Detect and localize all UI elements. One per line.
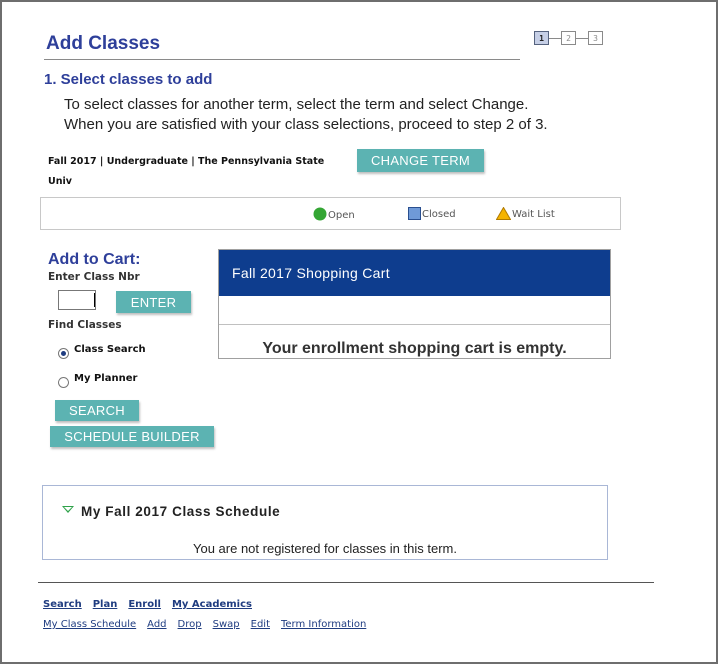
shopping-cart-title: Fall 2017 Shopping Cart: [219, 250, 610, 296]
title-divider: [44, 59, 520, 60]
step-connector: [576, 37, 588, 39]
legend-wait-list: Wait List: [496, 207, 555, 220]
instruction-line-2: When you are satisfied with your class s…: [64, 116, 548, 133]
instruction-line-1: To select classes for another term, sele…: [64, 96, 529, 113]
page-title: Add Classes: [46, 33, 161, 54]
term-info: Fall 2017 | Undergraduate | The Pennsylv…: [48, 152, 348, 192]
class-schedule-panel: My Fall 2017 Class Schedule You are not …: [42, 485, 608, 560]
class-search-radio[interactable]: [58, 348, 69, 359]
shopping-cart-panel: Fall 2017 Shopping Cart Your enrollment …: [218, 249, 611, 359]
footer-link-my-class-schedule[interactable]: My Class Schedule: [43, 619, 136, 630]
footer-divider: [38, 582, 654, 583]
class-search-label: Class Search: [74, 344, 146, 355]
term-line-1: Fall 2017 | Undergraduate | The Pennsylv…: [48, 156, 325, 167]
footer-link-drop[interactable]: Drop: [178, 619, 202, 630]
schedule-builder-button[interactable]: SCHEDULE BUILDER: [50, 426, 214, 447]
instructions: To select classes for another term, sele…: [64, 95, 548, 135]
step-2: 2: [561, 31, 576, 45]
schedule-empty-message: You are not registered for classes in th…: [193, 541, 457, 556]
footer-link-swap[interactable]: Swap: [213, 619, 240, 630]
legend-closed: Closed: [408, 207, 456, 220]
footer-link-enroll[interactable]: Enroll: [128, 599, 161, 610]
page-frame: Add Classes 1 2 3 1. Select classes to a…: [0, 0, 718, 664]
find-classes-label: Find Classes: [48, 319, 122, 331]
search-button[interactable]: SEARCH: [55, 400, 139, 421]
term-line-2: Univ: [48, 176, 72, 187]
step-indicator: 1 2 3: [534, 31, 603, 45]
footer-link-search[interactable]: Search: [43, 599, 82, 610]
my-planner-label: My Planner: [74, 373, 138, 384]
class-nbr-input[interactable]: [58, 290, 96, 310]
change-term-button[interactable]: CHANGE TERM: [357, 149, 484, 172]
footer-link-add[interactable]: Add: [147, 619, 166, 630]
closed-square-icon: [408, 207, 421, 220]
legend-wait-list-label: Wait List: [512, 209, 555, 220]
wait-list-triangle-icon: [496, 207, 511, 220]
collapse-triangle-icon[interactable]: [62, 506, 74, 513]
add-to-cart-title: Add to Cart:: [48, 251, 141, 268]
step-1: 1: [534, 31, 549, 45]
footer-link-my-academics[interactable]: My Academics: [172, 599, 252, 610]
open-circle-icon: [313, 207, 327, 221]
step-connector: [549, 37, 561, 39]
enter-button[interactable]: ENTER: [116, 291, 191, 313]
footer-link-edit[interactable]: Edit: [251, 619, 270, 630]
legend-closed-label: Closed: [422, 209, 456, 220]
enter-class-nbr-label: Enter Class Nbr: [48, 271, 140, 283]
legend-open: Open: [313, 207, 355, 221]
section-heading: 1. Select classes to add: [44, 71, 213, 88]
footer-primary-nav: Search Plan Enroll My Academics: [43, 599, 263, 610]
cart-divider: [219, 324, 610, 325]
footer-link-plan[interactable]: Plan: [93, 599, 118, 610]
legend-open-label: Open: [328, 210, 355, 221]
class-schedule-title[interactable]: My Fall 2017 Class Schedule: [81, 504, 280, 519]
step-3: 3: [588, 31, 603, 45]
status-legend: Open Closed Wait List: [40, 197, 621, 230]
cart-empty-message: Your enrollment shopping cart is empty.: [262, 340, 567, 357]
my-planner-radio[interactable]: [58, 377, 69, 388]
footer-link-term-information[interactable]: Term Information: [281, 619, 366, 630]
footer-secondary-nav: My Class Schedule Add Drop Swap Edit Ter…: [43, 619, 377, 630]
